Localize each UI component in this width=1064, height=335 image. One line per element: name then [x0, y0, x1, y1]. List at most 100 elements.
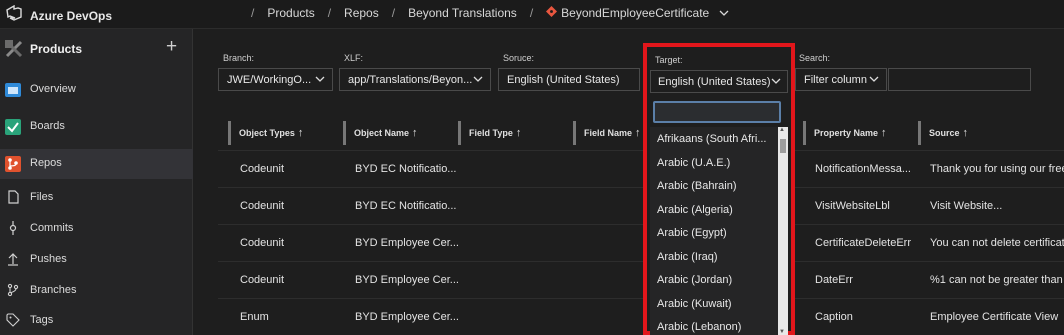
breadcrumb-separator: /: [529, 6, 534, 20]
sidebar-item-tags[interactable]: Tags: [0, 306, 193, 335]
xlf-dropdown[interactable]: app/Translations/Beyon...: [339, 68, 491, 91]
sidebar-item-branches[interactable]: Branches: [0, 276, 193, 306]
sort-arrow-icon: ↑: [635, 127, 641, 139]
chevron-down-icon: [719, 6, 729, 20]
project-icon: [4, 39, 24, 64]
target-options-list: Afrikaans (South Afri... Arabic (U.A.E.)…: [650, 127, 788, 335]
sidebar-item-repos[interactable]: Repos: [0, 149, 193, 179]
breadcrumb-item-repos[interactable]: Repos: [344, 6, 379, 20]
breadcrumb-item-products[interactable]: Products: [267, 6, 314, 20]
git-repo-icon: [546, 6, 558, 20]
scrollbar-thumb[interactable]: [780, 139, 786, 153]
sidebar: Products + Overview Boards Repos Files C…: [0, 29, 193, 335]
xlf-value: app/Translations/Beyon...: [348, 74, 473, 86]
overview-icon: [4, 81, 22, 99]
repo-name: BeyondEmployeeCertificate: [561, 6, 710, 20]
repo-selector[interactable]: BeyondEmployeeCertificate: [546, 6, 729, 20]
cell-source: You can not delete certificate: [930, 237, 1064, 249]
scroll-up-icon[interactable]: ▲: [779, 127, 785, 133]
target-dropdown[interactable]: English (United States): [650, 70, 788, 93]
branch-value: JWE/WorkingO...: [227, 74, 312, 86]
branch-dropdown[interactable]: JWE/WorkingO...: [218, 68, 333, 91]
table-row[interactable]: Codeunit BYD EC Notificatio... Notificat…: [218, 150, 1064, 187]
column-header-label: Property Name: [814, 128, 879, 138]
cell-source: %1 can not be greater than %: [930, 274, 1064, 286]
target-option[interactable]: Arabic (Algeria): [650, 198, 772, 222]
target-option[interactable]: Arabic (Iraq): [650, 245, 772, 269]
sidebar-item-pushes[interactable]: Pushes: [0, 245, 193, 275]
target-search-input[interactable]: [653, 101, 781, 123]
cell-object-name: BYD Employee Cer...: [355, 311, 459, 323]
column-header-label: Object Types: [239, 128, 295, 138]
sidebar-item-label: Boards: [30, 120, 65, 132]
target-option[interactable]: Arabic (Kuwait): [650, 292, 772, 316]
repos-icon: [4, 155, 22, 173]
cell-object-type: Enum: [240, 311, 269, 323]
sidebar-item-label: Files: [30, 191, 54, 203]
sidebar-item-boards[interactable]: Boards: [0, 112, 193, 142]
column-header-field-name[interactable]: Field Name ↑: [573, 121, 643, 145]
column-header-label: Object Name: [354, 128, 410, 138]
breadcrumb-item-beyond-translations[interactable]: Beyond Translations: [408, 6, 517, 20]
cell-object-name: BYD EC Notificatio...: [355, 163, 457, 175]
table-row[interactable]: Codeunit BYD Employee Cer... DateErr %1 …: [218, 261, 1064, 298]
target-option[interactable]: Afrikaans (South Afri...: [650, 127, 772, 151]
project-header[interactable]: Products +: [0, 35, 193, 63]
table-row[interactable]: Enum BYD Employee Cer... Caption Employe…: [218, 298, 1064, 335]
sidebar-item-label: Repos: [30, 157, 62, 169]
table-row[interactable]: Codeunit BYD Employee Cer... Certificate…: [218, 224, 1064, 261]
scroll-down-icon[interactable]: ▼: [779, 329, 785, 335]
search-input[interactable]: [888, 68, 1031, 91]
sidebar-item-label: Commits: [30, 222, 74, 234]
breadcrumb-separator: /: [391, 6, 396, 20]
project-name: Products: [30, 42, 83, 56]
sidebar-item-label: Tags: [30, 314, 54, 326]
main-content: Branch: JWE/WorkingO... XLF: app/Transla…: [193, 29, 1064, 335]
files-icon: [6, 190, 20, 204]
column-header-object-name[interactable]: Object Name ↑: [343, 121, 453, 145]
breadcrumb: / Products / Repos / Beyond Translations…: [238, 6, 729, 20]
sidebar-item-files[interactable]: Files: [0, 183, 193, 213]
branches-icon: [6, 283, 20, 297]
add-icon[interactable]: +: [166, 37, 177, 56]
target-option[interactable]: Arabic (Egypt): [650, 221, 772, 245]
brand[interactable]: Azure DevOps: [6, 4, 113, 26]
table-row[interactable]: Codeunit BYD EC Notificatio... VisitWebs…: [218, 187, 1064, 224]
cell-object-name: BYD EC Notificatio...: [355, 200, 457, 212]
cell-source: Thank you for using our free: [930, 163, 1064, 175]
cell-object-type: Codeunit: [240, 200, 285, 212]
boards-icon: [4, 118, 22, 136]
chevron-down-icon: [771, 76, 781, 88]
column-header-property-name[interactable]: Property Name ↑: [803, 121, 913, 145]
chevron-down-icon: [869, 74, 879, 86]
sort-arrow-icon: ↑: [962, 127, 969, 139]
sidebar-item-label: Overview: [30, 83, 76, 95]
cell-object-type: Codeunit: [240, 237, 285, 249]
sort-arrow-icon: ↑: [412, 127, 418, 139]
target-option[interactable]: Arabic (Jordan): [650, 268, 772, 292]
column-header-label: Source: [929, 128, 960, 138]
chevron-down-icon: [315, 74, 325, 86]
cell-object-name: BYD Employee Cer...: [355, 274, 459, 286]
brand-name: Azure DevOps: [30, 8, 113, 23]
sort-arrow-icon: ↑: [297, 127, 304, 139]
scrollbar[interactable]: ▲ ▼: [778, 127, 788, 335]
column-header-object-types[interactable]: Object Types ↑: [228, 121, 333, 145]
commits-icon: [6, 221, 20, 235]
target-option[interactable]: Arabic (Bahrain): [650, 174, 772, 198]
target-option[interactable]: Arabic (U.A.E.): [650, 151, 772, 175]
target-option[interactable]: Arabic (Lebanon): [650, 315, 772, 335]
pushes-icon: [6, 252, 20, 266]
source-value: English (United States): [507, 74, 620, 86]
filter-column-dropdown[interactable]: Filter column: [795, 68, 887, 91]
chevron-down-icon: [473, 74, 483, 86]
source-dropdown[interactable]: English (United States): [498, 68, 640, 91]
column-header-field-type[interactable]: Field Type ↑: [458, 121, 568, 145]
sidebar-item-overview[interactable]: Overview: [0, 75, 193, 105]
cell-property-name: DateErr: [815, 274, 853, 286]
column-header-source[interactable]: Source ↑: [918, 121, 1038, 145]
sidebar-item-label: Branches: [30, 284, 77, 296]
target-label: Target:: [655, 55, 683, 65]
column-header-label: Field Type: [469, 128, 513, 138]
sidebar-item-commits[interactable]: Commits: [0, 214, 193, 244]
